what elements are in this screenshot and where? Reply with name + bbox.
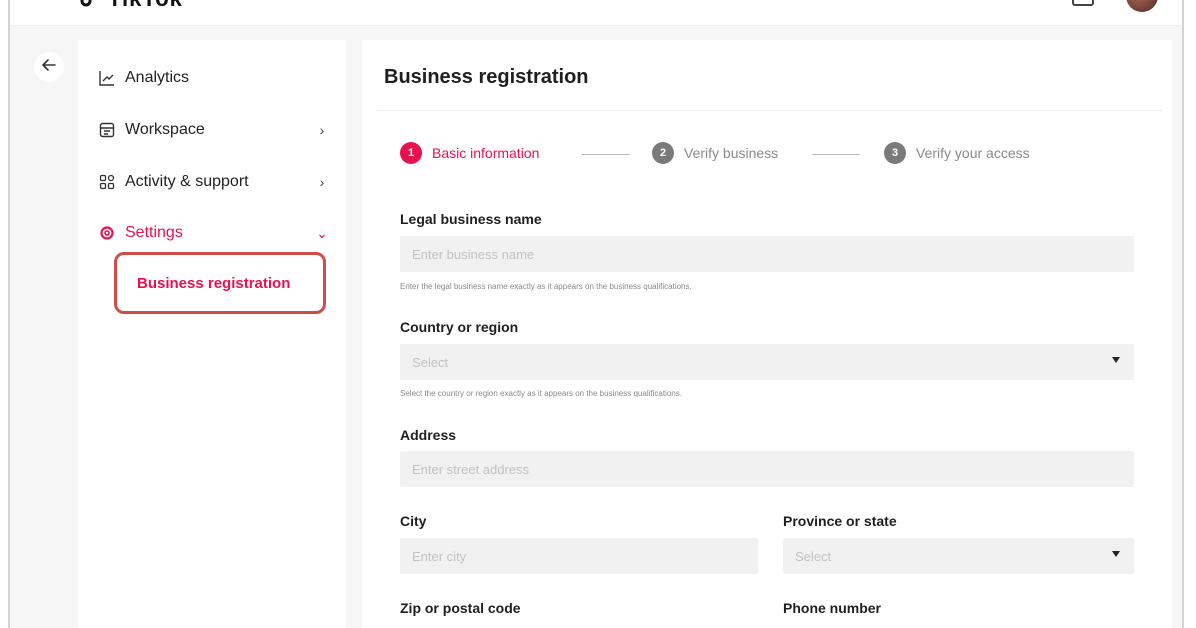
country-region-select[interactable]: Select (400, 344, 1134, 380)
page-title: Business registration (384, 66, 589, 88)
country-region-help: Select the country or region exactly as … (400, 389, 682, 398)
city-label: City (400, 513, 427, 529)
divider (378, 110, 1162, 111)
phone-number-label: Phone number (783, 600, 882, 616)
address-input[interactable] (400, 451, 1134, 487)
caret-down-icon (1112, 551, 1120, 557)
country-region-label: Country or region (400, 319, 519, 335)
sidebar-item-label: Activity & support (125, 173, 249, 190)
step-number: 3 (884, 142, 906, 164)
step-verify-business[interactable]: 2 Verify business (652, 142, 778, 164)
step-verify-your-access[interactable]: 3 Verify your access (884, 142, 1030, 164)
step-connector (812, 154, 860, 155)
calendar-icon (98, 121, 116, 139)
sidebar-subitem-business-registration[interactable]: Business registration (114, 252, 326, 314)
sidebar-item-activity-support[interactable]: Activity & support › (98, 168, 330, 196)
chart-line-icon (98, 69, 116, 87)
app-window: TikTok Analytics (8, 0, 1184, 628)
step-number: 1 (400, 142, 422, 164)
sidebar-item-workspace[interactable]: Workspace › (98, 116, 330, 144)
legal-business-name-help: Enter the legal business name exactly as… (400, 282, 692, 291)
top-bar: TikTok (10, 0, 1182, 26)
legal-business-name-input[interactable] (400, 236, 1134, 272)
legal-business-name-label: Legal business name (400, 211, 542, 227)
step-basic-information[interactable]: 1 Basic information (400, 142, 539, 164)
stepper: 1 Basic information 2 Verify business 3 … (390, 142, 1090, 166)
step-label: Basic information (432, 145, 540, 161)
step-number: 2 (652, 142, 674, 164)
main-panel: Business registration 1 Basic informatio… (362, 40, 1172, 628)
grid-icon (98, 173, 116, 191)
back-button[interactable] (34, 52, 64, 82)
chevron-right-icon: › (319, 122, 325, 138)
caret-down-icon (1112, 357, 1120, 363)
sidebar-item-label: Analytics (125, 69, 190, 86)
logo-text: TikTok (108, 0, 183, 12)
chevron-right-icon: › (319, 174, 325, 190)
step-label: Verify your access (916, 145, 1030, 161)
select-placeholder: Select (412, 354, 449, 370)
chevron-down-icon: ⌄ (316, 224, 328, 241)
select-placeholder: Select (795, 548, 832, 564)
zip-postal-code-label: Zip or postal code (400, 600, 521, 616)
province-state-label: Province or state (783, 513, 897, 529)
sidebar-item-label: Workspace (125, 121, 205, 138)
tiktok-note-icon (78, 0, 100, 10)
step-connector (582, 154, 630, 155)
sidebar: Analytics Workspace › Activity & support… (78, 40, 346, 628)
address-label: Address (400, 427, 457, 443)
inbox-icon[interactable] (1072, 0, 1094, 6)
settings-gear-icon (98, 224, 116, 242)
tiktok-logo[interactable]: TikTok (78, 0, 183, 12)
avatar[interactable] (1126, 0, 1158, 12)
step-label: Verify business (684, 145, 779, 161)
arrow-left-icon (42, 58, 56, 77)
city-input[interactable] (400, 538, 758, 574)
sidebar-item-analytics[interactable]: Analytics (98, 64, 330, 92)
province-state-select[interactable]: Select (783, 538, 1134, 574)
sidebar-item-settings[interactable]: Settings ⌄ (98, 219, 330, 247)
sidebar-item-label: Settings (125, 224, 183, 241)
